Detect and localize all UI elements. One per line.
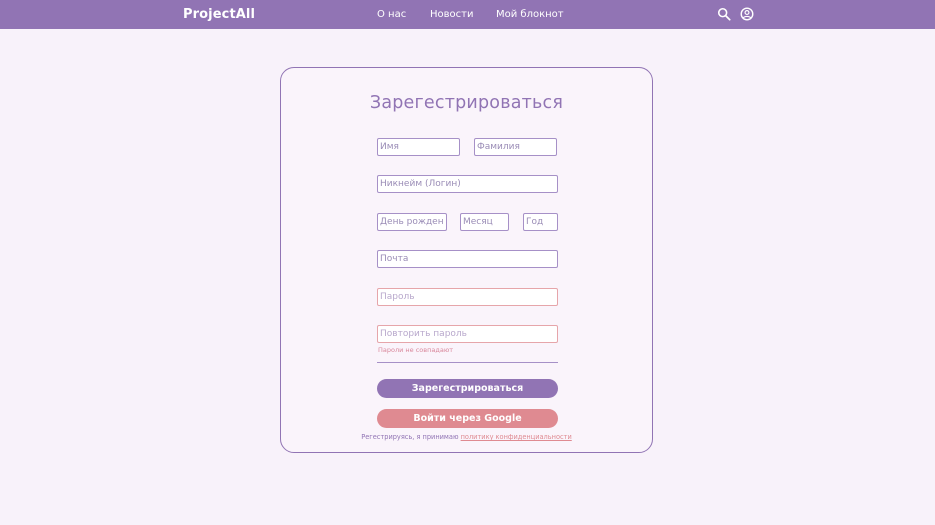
birth-month-input[interactable] bbox=[460, 213, 509, 231]
first-name-input[interactable] bbox=[377, 138, 460, 156]
email-input[interactable] bbox=[377, 250, 558, 268]
nickname-input[interactable] bbox=[377, 175, 558, 193]
privacy-policy-link[interactable]: политику конфиденциальности bbox=[461, 433, 572, 441]
policy-text: Регестрируясь, я принимаю bbox=[361, 433, 459, 441]
register-button[interactable]: Зарегестрироваться bbox=[377, 379, 558, 398]
registration-card: Зарегестрироваться Пароли не совпадают З… bbox=[280, 67, 653, 453]
policy-note: Регестрируясь, я принимаю политику конфи… bbox=[281, 433, 652, 441]
birth-day-input[interactable] bbox=[377, 213, 447, 231]
logo[interactable]: ProjectAll bbox=[183, 7, 255, 22]
form-title: Зарегестрироваться bbox=[369, 93, 564, 113]
password-mismatch-error: Пароли не совпадают bbox=[378, 346, 454, 354]
account-icon[interactable] bbox=[740, 7, 754, 21]
nav-about[interactable]: О нас bbox=[377, 9, 406, 20]
nav-notebook[interactable]: Мой блокнот bbox=[496, 9, 564, 20]
google-login-button[interactable]: Войти через Google bbox=[377, 409, 558, 428]
search-icon[interactable] bbox=[717, 7, 731, 21]
nav-news[interactable]: Новости bbox=[430, 9, 473, 20]
birth-year-input[interactable] bbox=[523, 213, 558, 231]
password-input[interactable] bbox=[377, 288, 558, 306]
divider bbox=[377, 362, 558, 363]
last-name-input[interactable] bbox=[474, 138, 557, 156]
repeat-password-input[interactable] bbox=[377, 325, 558, 343]
top-navigation-bar: ProjectAll О нас Новости Мой блокнот bbox=[0, 0, 935, 29]
